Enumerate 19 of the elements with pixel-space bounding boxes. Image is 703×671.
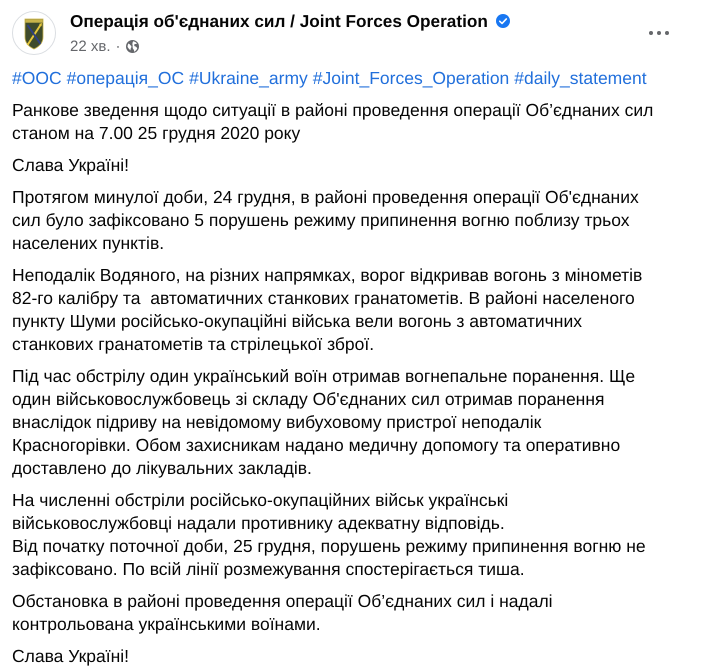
hashtag-link[interactable]: #daily_statement bbox=[514, 68, 647, 88]
shield-logo-icon[interactable] bbox=[12, 11, 56, 55]
more-options-icon[interactable] bbox=[649, 31, 669, 35]
globe-icon bbox=[126, 40, 138, 52]
hashtag-link[interactable]: #Ukraine_army bbox=[189, 68, 308, 88]
post-paragraph: Під час обстрілу один український воїн отримав вогнепальне поранення. Ще один військовослужбовець зі складу Об'єднаних сил отримав поранення внаслідок підриву на невідомому вибуховому пристрої неподалік Красногорівки. Обом захисникам надано медичну допомогу та оперативно доставлено до лікувальних закладів. bbox=[12, 365, 636, 480]
hashtag-link[interactable]: #ООС bbox=[12, 68, 62, 88]
hashtag-link[interactable]: #Joint_Forces_Operation bbox=[312, 68, 510, 88]
separator-dot: · bbox=[116, 38, 120, 54]
post-paragraph: Неподалік Водяного, на різних напрямках, ворог відкривав вогонь з мінометів 82-го калібру та автоматичних станкових гранатометів. В районі населеного пункту Шуми російсько-окупаційні війська вели вогонь з автоматичних станкових гранатометів та стрілецької зброї. bbox=[12, 264, 644, 356]
post-paragraph: Слава Україні! bbox=[12, 645, 130, 668]
post-paragraph: Ранкове зведення щодо ситуації в районі проведення операції Об’єднаних сил станом на 7.00 25 грудня 2020 року bbox=[12, 99, 654, 145]
post-paragraph: Обстановка в районі проведення операції Об’єднаних сил і надалі контрольована українськими воїнами. bbox=[12, 590, 554, 636]
hashtag-link[interactable]: #операція_ОС bbox=[66, 68, 184, 88]
post-paragraph: На численні обстріли російсько-окупаційних військ українські військовослужбовці надали противнику адекватну відповідь. Від початку поточної доби, 25 грудня, порушень режиму припинення вогню не зафіксовано. По всій лінії розмежування спостерігається тиша. bbox=[12, 489, 647, 581]
post-time[interactable]: 22 хв. bbox=[70, 38, 110, 54]
post-paragraph: Протягом минулої доби, 24 грудня, в районі проведення операції Об'єднаних сил було зафіксовано 5 порушень режиму припинення вогню поблизу трьох населених пунктів. bbox=[12, 186, 640, 255]
post-paragraph: Слава Україні! bbox=[12, 154, 130, 177]
author-name[interactable]: Операція об'єднаних сил / Joint Forces Operation bbox=[70, 10, 488, 32]
